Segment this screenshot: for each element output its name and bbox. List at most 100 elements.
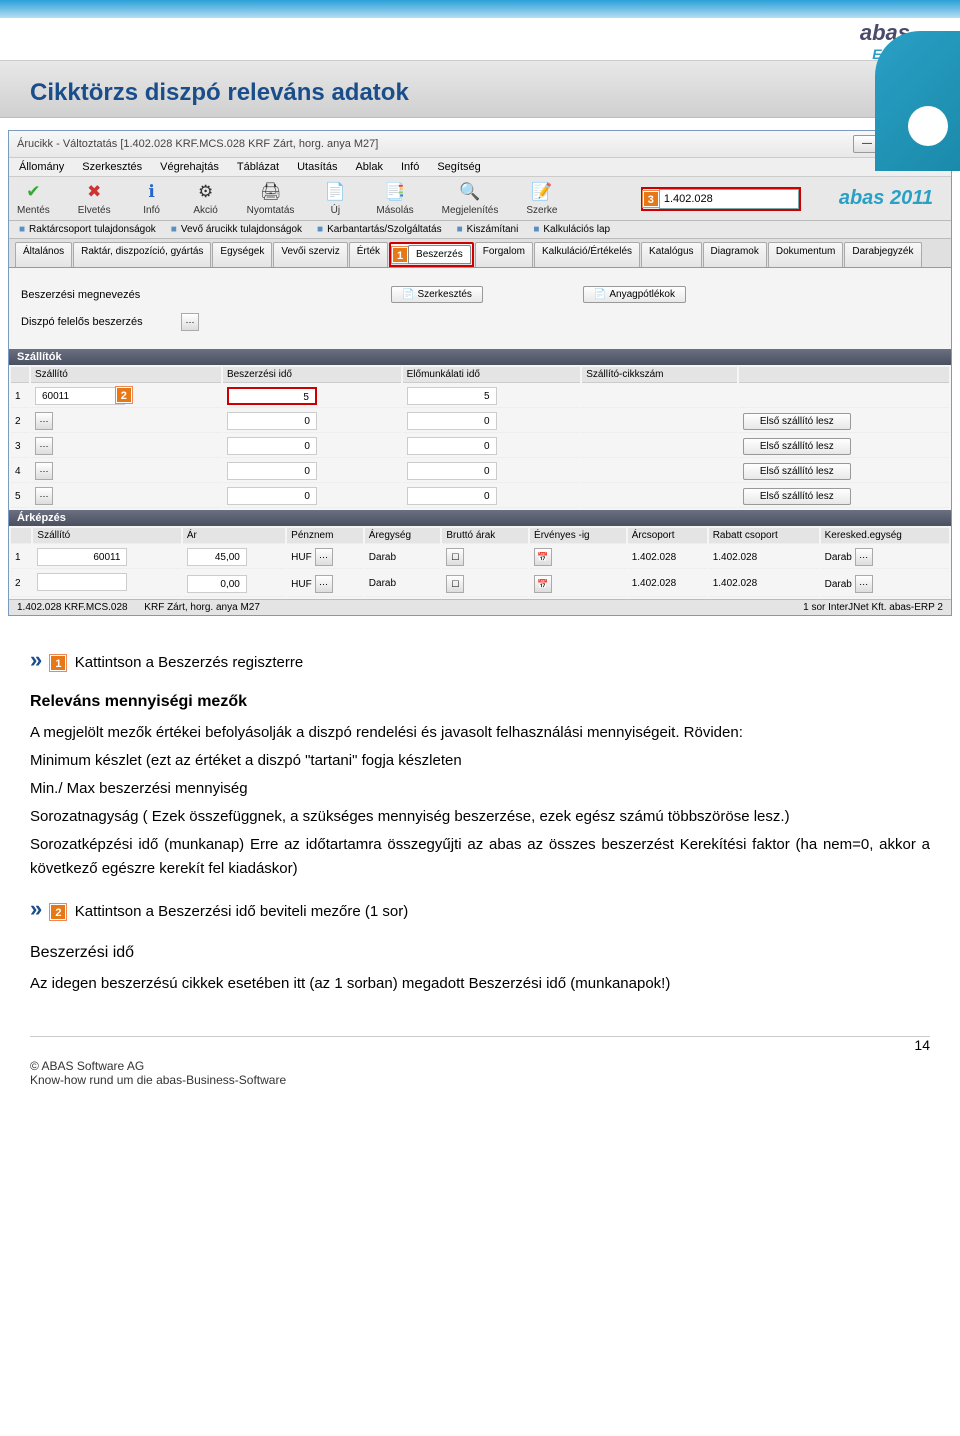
arrow-icon: » xyxy=(30,647,42,672)
step-badge-1: 1 xyxy=(50,655,66,671)
title-bar: Cikktörzs diszpó releváns adatok xyxy=(0,60,960,118)
menu-item[interactable]: Végrehajtás xyxy=(160,161,219,173)
picker-icon[interactable]: ⋯ xyxy=(855,575,873,593)
callout-badge-2: 2 xyxy=(116,387,132,403)
tab-value[interactable]: Érték xyxy=(349,242,388,267)
table-row: 1 60011 2 5 5 xyxy=(11,385,949,408)
label-procurement-name: Beszerzési megnevezés xyxy=(21,289,171,301)
link-item[interactable]: Raktárcsoport tulajdonságok xyxy=(19,224,156,235)
link-item[interactable]: Kiszámítani xyxy=(457,224,519,235)
status-bar: 1.402.028 KRF.MCS.028 KRF Zárt, horg. an… xyxy=(9,599,951,615)
copy-button[interactable]: 📑Másolás xyxy=(376,181,413,216)
menu-item[interactable]: Szerkesztés xyxy=(82,161,142,173)
suppliers-header: Szállítók xyxy=(9,349,951,365)
linkbar: Raktárcsoport tulajdonságok Vevő árucikk… xyxy=(9,221,951,239)
tab-turnover[interactable]: Forgalom xyxy=(475,242,533,267)
tab-diagrams[interactable]: Diagramok xyxy=(703,242,767,267)
col-supplier: Szállító xyxy=(31,367,221,383)
paragraph: A megjelölt mezők értékei befolyásolják … xyxy=(30,721,930,745)
link-item[interactable]: Karbantartás/Szolgáltatás xyxy=(317,224,442,235)
tab-customer-service[interactable]: Vevői szerviz xyxy=(273,242,347,267)
link-item[interactable]: Vevő árucikk tulajdonságok xyxy=(171,224,302,235)
picker-icon[interactable]: ⋯ xyxy=(35,412,53,430)
menu-item[interactable]: Állomány xyxy=(19,161,64,173)
picker-icon[interactable]: ☐ xyxy=(446,548,464,566)
material-surcharges-btn[interactable]: Anyagpótlékok xyxy=(583,286,686,303)
picker-icon[interactable]: ⋯ xyxy=(35,462,53,480)
first-supplier-btn[interactable]: Első szállító lesz xyxy=(743,413,851,430)
tab-procurement[interactable]: Beszerzés xyxy=(408,245,471,264)
heading-relevans: Releváns mennyiségi mezők xyxy=(30,689,930,715)
col-supplier-partno: Szállító-cikkszám xyxy=(582,367,737,383)
col-prep-time: Előmunkálati idő xyxy=(403,367,581,383)
picker-icon[interactable]: ☐ xyxy=(446,575,464,593)
first-supplier-btn[interactable]: Első szállító lesz xyxy=(743,488,851,505)
tab-calc[interactable]: Kalkuláció/Értékelés xyxy=(534,242,640,267)
tab-bom[interactable]: Darabjegyzék xyxy=(844,242,921,267)
menu-item[interactable]: Utasítás xyxy=(297,161,337,173)
paragraph: Min./ Max beszerzési mennyiség xyxy=(30,777,930,801)
edit-button[interactable]: 📝Szerke xyxy=(526,181,557,216)
step2-text: Kattintson a Beszerzési idő beviteli mez… xyxy=(75,903,408,920)
new-button[interactable]: 📄Új xyxy=(322,181,348,216)
page-title: Cikktörzs diszpó releváns adatok xyxy=(30,79,930,107)
search-highlight: 3 xyxy=(641,187,801,211)
arrow-icon: » xyxy=(30,896,42,921)
table-row: 1 60011 45,00 HUF ⋯ Darab ☐ 📅 1.402.028 … xyxy=(11,546,949,569)
page-number: 14 xyxy=(0,1037,960,1053)
pricing-header: Árképzés xyxy=(9,510,951,526)
print-button[interactable]: 🖨Nyomtatás xyxy=(247,181,295,216)
picker-icon[interactable]: ⋯ xyxy=(35,487,53,505)
search-input[interactable] xyxy=(659,189,799,209)
paragraph: Az idegen beszerzésú cikkek esetében itt… xyxy=(30,972,930,996)
window-titlebar: Árucikk - Változtatás [1.402.028 KRF.MCS… xyxy=(9,131,951,158)
paragraph: Minimum készlet (ezt az értéket a diszpó… xyxy=(30,749,930,773)
menu-item[interactable]: Segítség xyxy=(437,161,480,173)
supplier-input[interactable]: 60011 xyxy=(35,387,125,405)
document-body: » 1 Kattintson a Beszerzés regiszterre R… xyxy=(0,628,960,1014)
action-button[interactable]: ⚙Akció xyxy=(193,181,219,216)
picker-icon[interactable]: ⋯ xyxy=(315,548,333,566)
menubar: Állomány Szerkesztés Végrehajtás Tábláza… xyxy=(9,158,951,177)
paragraph: Sorozatképzési idő (munkanap) Erre az id… xyxy=(30,833,930,881)
edit-btn[interactable]: Szerkesztés xyxy=(391,286,483,303)
tab-general[interactable]: Általános xyxy=(15,242,72,267)
first-supplier-btn[interactable]: Első szállító lesz xyxy=(743,463,851,480)
picker-icon[interactable]: ⋯ xyxy=(181,313,199,331)
footer-copyright: © ABAS Software AG xyxy=(30,1059,286,1073)
table-row: 5⋯00Első szállító lesz xyxy=(11,485,949,508)
picker-icon[interactable]: ⋯ xyxy=(855,548,873,566)
step-badge-2: 2 xyxy=(50,904,66,920)
tab-document[interactable]: Dokumentum xyxy=(768,242,843,267)
menu-item[interactable]: Ablak xyxy=(355,161,383,173)
proc-time-input[interactable]: 5 xyxy=(227,387,317,405)
menu-item[interactable]: Táblázat xyxy=(237,161,279,173)
first-supplier-btn[interactable]: Első szállító lesz xyxy=(743,438,851,455)
date-picker-icon[interactable]: 📅 xyxy=(534,548,552,566)
discard-button[interactable]: ✖Elvetés xyxy=(78,181,111,216)
callout-badge-1: 1 xyxy=(392,247,408,263)
tab-warehouse[interactable]: Raktár, diszpozíció, gyártás xyxy=(73,242,211,267)
tab-units[interactable]: Egységek xyxy=(212,242,272,267)
top-banner: abasERP xyxy=(0,0,960,60)
menu-item[interactable]: Infó xyxy=(401,161,419,173)
suppliers-table: Szállító Beszerzési idő Előmunkálati idő… xyxy=(9,365,951,510)
tab-catalog[interactable]: Katalógus xyxy=(641,242,701,267)
toolbar: ✔Mentés ✖Elvetés ℹInfó ⚙Akció 🖨Nyomtatás… xyxy=(9,177,951,221)
prep-time-input[interactable]: 5 xyxy=(407,387,497,405)
paragraph: Sorozatnagyság ( Ezek összefüggnek, a sz… xyxy=(30,805,930,829)
date-picker-icon[interactable]: 📅 xyxy=(534,575,552,593)
info-button[interactable]: ℹInfó xyxy=(139,181,165,216)
save-button[interactable]: ✔Mentés xyxy=(17,181,50,216)
link-item[interactable]: Kalkulációs lap xyxy=(533,224,610,235)
step1-text: Kattintson a Beszerzés regiszterre xyxy=(75,654,303,671)
picker-icon[interactable]: ⋯ xyxy=(35,437,53,455)
pricing-table: Szállító Ár Pénznem Áregység Bruttó árak… xyxy=(9,526,951,599)
tabbar: Általános Raktár, diszpozíció, gyártás E… xyxy=(9,239,951,268)
heading-beszido: Beszerzési idő xyxy=(30,940,930,966)
app-window: Árucikk - Változtatás [1.402.028 KRF.MCS… xyxy=(8,130,952,616)
picker-icon[interactable]: ⋯ xyxy=(315,575,333,593)
label-dispo: Diszpó felelős beszerzés xyxy=(21,316,171,328)
show-button[interactable]: 🔍Megjelenítés xyxy=(442,181,499,216)
table-row: 2⋯00Első szállító lesz xyxy=(11,410,949,433)
